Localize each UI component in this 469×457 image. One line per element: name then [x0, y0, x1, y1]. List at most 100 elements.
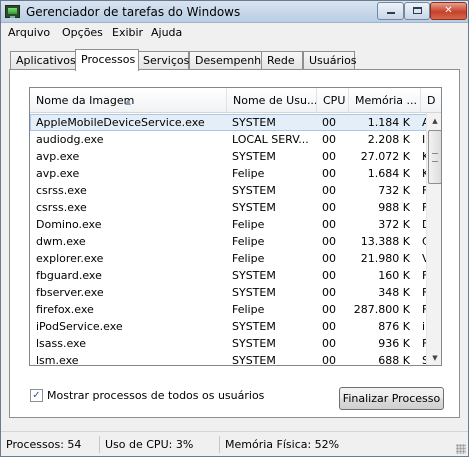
tab-processos[interactable]: Processos — [75, 49, 139, 71]
column-header-user-name[interactable]: Nome de Usu... — [227, 88, 317, 113]
process-name-cell: dwm.exe — [36, 235, 86, 248]
cpu-cell: 00 — [322, 320, 336, 333]
table-row[interactable]: csrss.exe SYSTEM 00 988 KF — [30, 199, 428, 216]
table-row[interactable]: fbguard.exe SYSTEM 00 160 KF — [30, 267, 428, 284]
process-name-cell: Domino.exe — [36, 218, 102, 231]
tab-desempenho[interactable]: Desempenho — [189, 51, 268, 70]
show-all-processes-label[interactable]: Mostrar processos de todos os usuários — [47, 389, 264, 402]
tab-aplicativos[interactable]: Aplicativos — [10, 51, 76, 70]
column-header-description[interactable]: D — [421, 88, 441, 113]
status-physical-memory: Memória Física: 52% — [225, 438, 340, 451]
table-row[interactable]: avp.exeFelipe001.684 KK — [30, 165, 428, 182]
process-name-cell: avp.exe — [36, 167, 80, 180]
memory-cell: 13.388 K — [360, 235, 410, 248]
memory-cell: 27.072 K — [360, 150, 410, 163]
user-name-cell: Felipe — [232, 218, 265, 231]
table-row[interactable]: lsass.exe SYSTEM 00 936 KF — [30, 335, 428, 352]
memory-cell: 372 K — [378, 218, 410, 231]
cpu-cell: 00 — [322, 133, 336, 146]
table-row[interactable]: avp.exeSYSTEM0027.072 KK — [30, 148, 428, 165]
process-name-cell: lsm.exe — [36, 354, 79, 366]
scrollbar-thumb[interactable] — [428, 130, 441, 184]
status-process-count: Processos: 54 — [6, 438, 82, 451]
show-all-processes-checkbox[interactable]: ✓ — [30, 389, 43, 402]
process-name-cell: lsass.exe — [36, 337, 86, 350]
sort-ascending-icon: ▲ — [125, 97, 132, 106]
menu-opcoes[interactable]: Opções — [62, 26, 103, 39]
maximize-button[interactable] — [404, 2, 430, 20]
cpu-cell: 00 — [322, 201, 336, 214]
cpu-cell: 00 — [322, 184, 336, 197]
table-row[interactable]: lsm.exeSYSTEM00688 KS — [30, 352, 428, 366]
cpu-cell: 00 — [322, 218, 336, 231]
user-name-cell: SYSTEM — [232, 269, 276, 282]
cpu-cell: 00 — [322, 303, 336, 316]
cpu-cell: 00 — [322, 235, 336, 248]
menu-exibir[interactable]: Exibir — [112, 26, 143, 39]
processes-panel: Nome da Imagem ▲ Nome de Usu... CPU Memó… — [9, 69, 460, 418]
column-header-image-name[interactable]: Nome da Imagem ▲ — [30, 88, 227, 113]
user-name-cell: SYSTEM — [232, 286, 276, 299]
column-label-image-name: Nome da Imagem — [36, 94, 135, 107]
vertical-scrollbar[interactable]: ▲ ▼ — [426, 113, 441, 365]
user-name-cell: SYSTEM — [232, 201, 276, 214]
table-row[interactable]: csrss.exe SYSTEM 00 732 KF — [30, 182, 428, 199]
process-name-cell: iPodService.exe — [36, 320, 123, 333]
user-name-cell: LOCAL SERV... — [232, 133, 309, 146]
memory-cell: 1.184 K — [367, 116, 410, 129]
close-button[interactable]: ✕ — [430, 2, 467, 20]
scroll-up-icon[interactable]: ▲ — [427, 113, 441, 129]
process-name-cell: AppleMobileDeviceService.exe — [36, 116, 205, 129]
tab-servicos[interactable]: Serviços — [137, 51, 189, 70]
menu-arquivo[interactable]: Arquivo — [8, 26, 50, 39]
tab-usuarios[interactable]: Usuários — [303, 51, 357, 70]
resize-grip-icon[interactable] — [456, 444, 466, 454]
memory-cell: 876 K — [378, 320, 410, 333]
cpu-cell: 00 — [322, 286, 336, 299]
menu-ajuda[interactable]: Ajuda — [151, 26, 182, 39]
cpu-cell: 00 — [322, 167, 336, 180]
table-row[interactable]: iPodService.exe SYSTEM 00 876 Kil — [30, 318, 428, 335]
maximize-icon — [412, 7, 422, 14]
memory-cell: 988 K — [378, 201, 410, 214]
memory-cell: 160 K — [378, 269, 410, 282]
memory-cell: 287.800 K — [353, 303, 410, 316]
user-name-cell: SYSTEM — [232, 354, 276, 366]
title-bar[interactable]: Gerenciador de tarefas do Windows ✕ — [1, 1, 468, 23]
user-name-cell: Felipe — [232, 303, 265, 316]
memory-cell: 2.208 K — [367, 133, 410, 146]
process-name-cell: csrss.exe — [36, 201, 87, 214]
user-name-cell: Felipe — [232, 235, 265, 248]
user-name-cell: Felipe — [232, 252, 265, 265]
user-name-cell: SYSTEM — [232, 320, 276, 333]
window-title: Gerenciador de tarefas do Windows — [26, 5, 241, 19]
user-name-cell: Felipe — [232, 167, 265, 180]
table-row[interactable]: firefox.exe Felipe 00 287.800 KF — [30, 301, 428, 318]
user-name-cell: SYSTEM — [232, 184, 276, 197]
process-name-cell: fbserver.exe — [36, 286, 104, 299]
table-row[interactable]: AppleMobileDeviceService.exe SYSTEM 00 1.18… — [30, 114, 428, 131]
process-rows: AppleMobileDeviceService.exe SYSTEM 00 1.18… — [30, 114, 428, 366]
cpu-cell: 00 — [322, 116, 336, 129]
table-row[interactable]: explorer.exeFelipe0021.980 KV — [30, 250, 428, 267]
cpu-cell: 00 — [322, 252, 336, 265]
cpu-cell: 00 — [322, 354, 336, 366]
column-header-memory[interactable]: Memória ... — [349, 88, 421, 113]
table-row[interactable]: Domino.exeFelipe00372 KD — [30, 216, 428, 233]
end-process-button[interactable]: Finalizar Processo — [339, 387, 444, 410]
table-row[interactable]: dwm.exeFelipe0013.388 KC — [30, 233, 428, 250]
process-name-cell: audiodg.exe — [36, 133, 104, 146]
tab-rede[interactable]: Rede — [261, 51, 303, 70]
table-row[interactable]: audiodg.exe LOCAL SERV... 00 2.208 KI — [30, 131, 427, 148]
scroll-down-icon[interactable]: ▼ — [427, 350, 441, 365]
cpu-cell: 00 — [322, 269, 336, 282]
task-manager-icon — [5, 5, 20, 18]
memory-cell: 21.980 K — [360, 252, 410, 265]
cpu-cell: 00 — [322, 337, 336, 350]
minimize-button[interactable] — [377, 2, 404, 20]
menu-bar: Arquivo Opções Exibir Ajuda — [1, 23, 468, 42]
user-name-cell: SYSTEM — [232, 150, 276, 163]
process-list[interactable]: Nome da Imagem ▲ Nome de Usu... CPU Memó… — [29, 87, 442, 366]
column-header-cpu[interactable]: CPU — [317, 88, 349, 113]
table-row[interactable]: fbserver.exe SYSTEM 00 348 KF — [30, 284, 428, 301]
